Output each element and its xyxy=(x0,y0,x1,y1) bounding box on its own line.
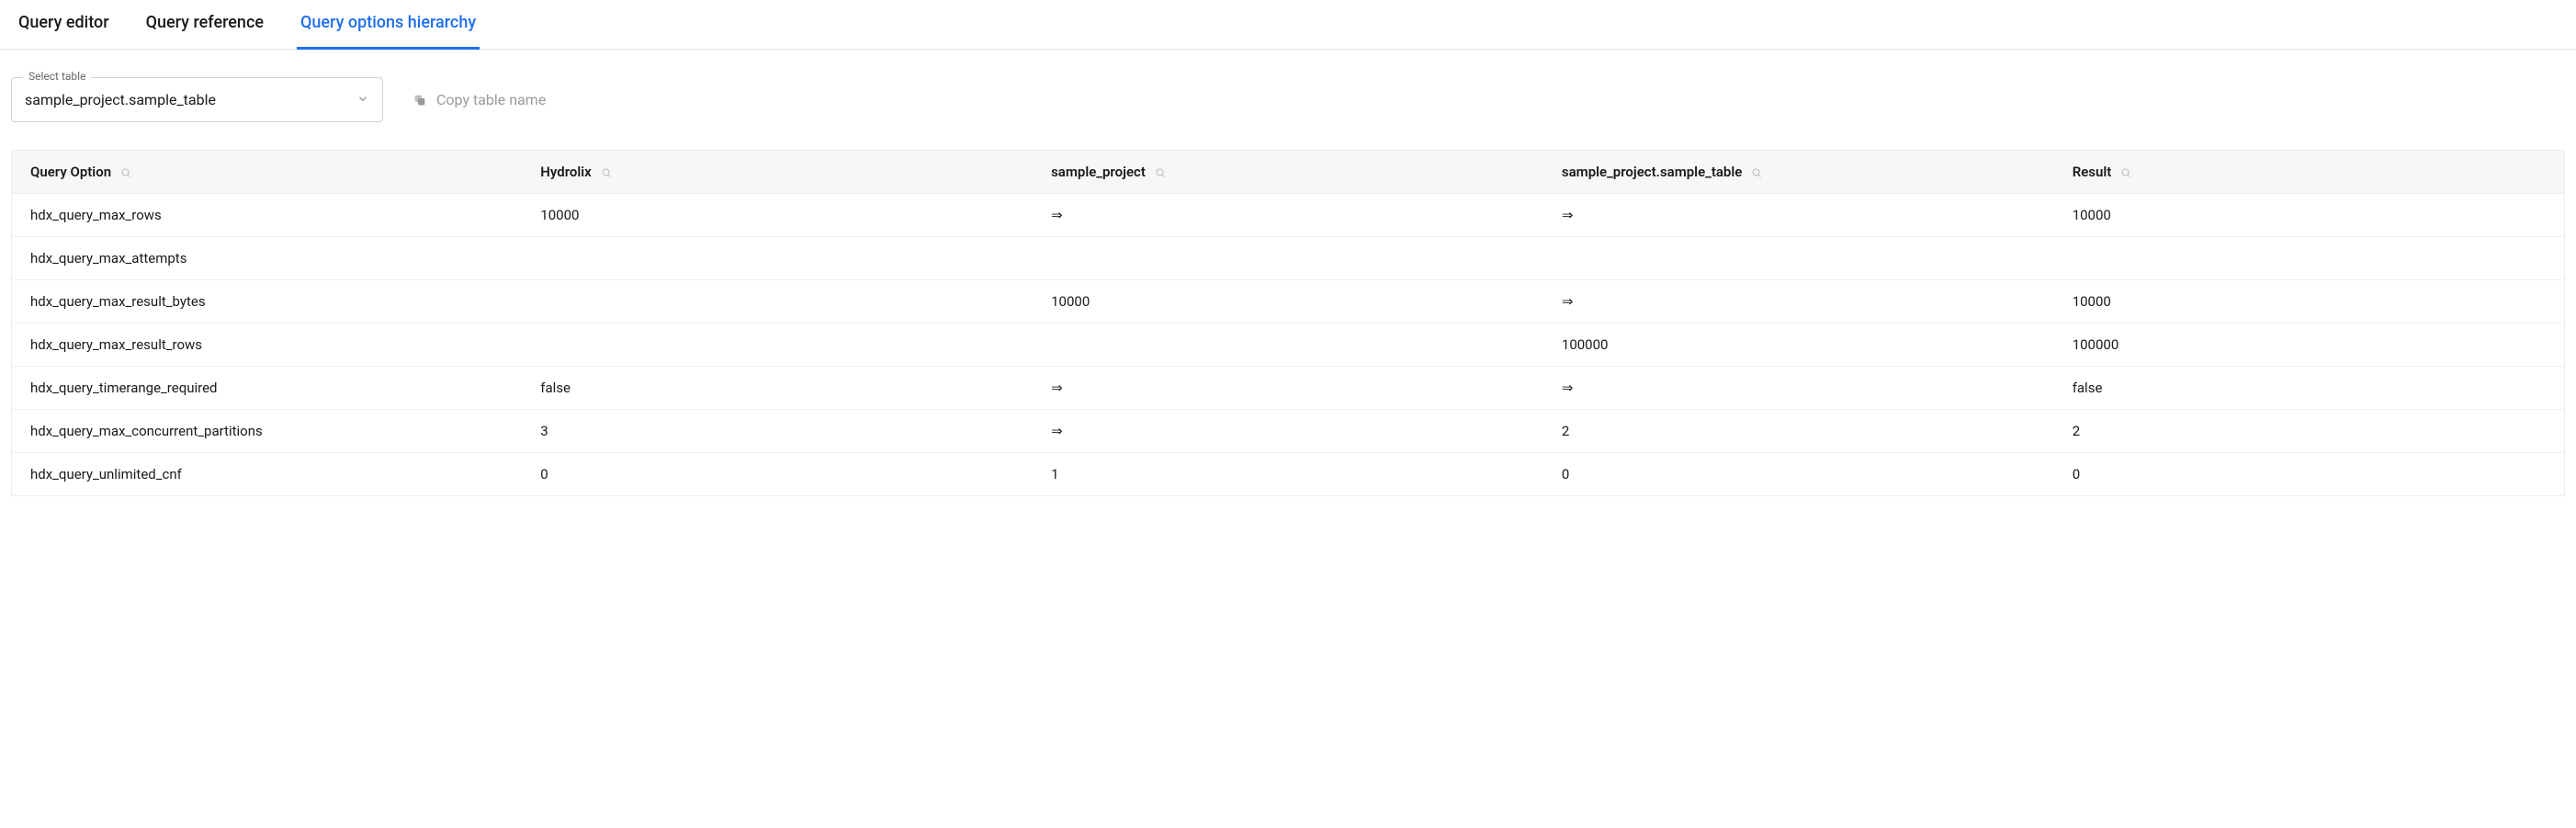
search-icon[interactable] xyxy=(1751,167,1762,178)
cell-sample-table: 0 xyxy=(1543,453,2054,496)
cell-option: hdx_query_max_rows xyxy=(12,194,523,237)
cell-option: hdx_query_max_result_bytes xyxy=(12,280,523,323)
cell-result: 100000 xyxy=(2054,323,2565,367)
table-row: hdx_query_max_attempts xyxy=(12,237,2565,280)
copy-table-name-button[interactable]: Copy table name xyxy=(412,91,546,108)
cell-sample-project xyxy=(1033,323,1543,367)
table-select-label: Select table xyxy=(23,70,91,83)
cell-sample-table xyxy=(1543,237,2054,280)
col-header-sample-table-label: sample_project.sample_table xyxy=(1562,164,1742,180)
col-header-result[interactable]: Result xyxy=(2054,151,2565,194)
cell-hydrolix: 3 xyxy=(522,410,1033,453)
cell-result: false xyxy=(2054,367,2565,410)
col-header-hydrolix[interactable]: Hydrolix xyxy=(522,151,1033,194)
cell-option: hdx_query_max_attempts xyxy=(12,237,523,280)
cell-sample-project: 10000 xyxy=(1033,280,1543,323)
tabs-container: Query editor Query reference Query optio… xyxy=(0,0,2576,50)
copy-button-label: Copy table name xyxy=(436,91,546,108)
cell-hydrolix xyxy=(522,280,1033,323)
cell-sample-table: ⇒ xyxy=(1543,194,2054,237)
cell-hydrolix: false xyxy=(522,367,1033,410)
table-select-value-text: sample_project.sample_table xyxy=(25,91,216,108)
col-header-hydrolix-label: Hydrolix xyxy=(540,164,591,180)
controls-row: Select table sample_project.sample_table… xyxy=(0,50,2576,150)
col-header-sample-project-label: sample_project xyxy=(1051,164,1146,180)
cell-sample-table: ⇒ xyxy=(1543,367,2054,410)
col-header-query-option[interactable]: Query Option xyxy=(12,151,523,194)
table-body: hdx_query_max_rows 10000 ⇒ ⇒ 10000 hdx_q… xyxy=(12,194,2565,496)
cell-result xyxy=(2054,237,2565,280)
cell-hydrolix xyxy=(522,323,1033,367)
cell-sample-project xyxy=(1033,237,1543,280)
copy-icon xyxy=(412,93,427,108)
cell-sample-project: ⇒ xyxy=(1033,410,1543,453)
cell-hydrolix: 10000 xyxy=(522,194,1033,237)
table-select[interactable]: Select table sample_project.sample_table xyxy=(11,77,383,122)
table-row: hdx_query_unlimited_cnf 0 1 0 0 xyxy=(12,453,2565,496)
cell-sample-project: 1 xyxy=(1033,453,1543,496)
cell-hydrolix: 0 xyxy=(522,453,1033,496)
cell-option: hdx_query_unlimited_cnf xyxy=(12,453,523,496)
col-header-query-option-label: Query Option xyxy=(30,164,111,180)
cell-option: hdx_query_timerange_required xyxy=(12,367,523,410)
table-select-value: sample_project.sample_table xyxy=(12,78,382,121)
table-row: hdx_query_max_rows 10000 ⇒ ⇒ 10000 xyxy=(12,194,2565,237)
tab-query-reference[interactable]: Query reference xyxy=(142,0,267,50)
col-header-sample-table[interactable]: sample_project.sample_table xyxy=(1543,151,2054,194)
cell-sample-project: ⇒ xyxy=(1033,194,1543,237)
table-header-row: Query Option Hydrolix xyxy=(12,151,2565,194)
search-icon[interactable] xyxy=(1155,167,1166,178)
tab-query-editor[interactable]: Query editor xyxy=(15,0,113,50)
cell-sample-table: ⇒ xyxy=(1543,280,2054,323)
col-header-sample-project[interactable]: sample_project xyxy=(1033,151,1543,194)
search-icon[interactable] xyxy=(120,167,131,178)
table-container: Query Option Hydrolix xyxy=(0,150,2576,496)
col-header-result-label: Result xyxy=(2073,164,2112,180)
cell-result: 10000 xyxy=(2054,280,2565,323)
table-row: hdx_query_max_result_bytes 10000 ⇒ 10000 xyxy=(12,280,2565,323)
cell-result: 2 xyxy=(2054,410,2565,453)
cell-result: 10000 xyxy=(2054,194,2565,237)
cell-sample-table: 100000 xyxy=(1543,323,2054,367)
cell-result: 0 xyxy=(2054,453,2565,496)
table-row: hdx_query_timerange_required false ⇒ ⇒ f… xyxy=(12,367,2565,410)
cell-hydrolix xyxy=(522,237,1033,280)
search-icon[interactable] xyxy=(601,167,612,178)
table-row: hdx_query_max_concurrent_partitions 3 ⇒ … xyxy=(12,410,2565,453)
cell-sample-project: ⇒ xyxy=(1033,367,1543,410)
cell-sample-table: 2 xyxy=(1543,410,2054,453)
search-icon[interactable] xyxy=(2120,167,2131,178)
cell-option: hdx_query_max_concurrent_partitions xyxy=(12,410,523,453)
tab-query-options-hierarchy[interactable]: Query options hierarchy xyxy=(297,0,480,50)
query-options-table: Query Option Hydrolix xyxy=(11,150,2565,496)
chevron-down-icon xyxy=(356,91,369,108)
cell-option: hdx_query_max_result_rows xyxy=(12,323,523,367)
table-row: hdx_query_max_result_rows 100000 100000 xyxy=(12,323,2565,367)
